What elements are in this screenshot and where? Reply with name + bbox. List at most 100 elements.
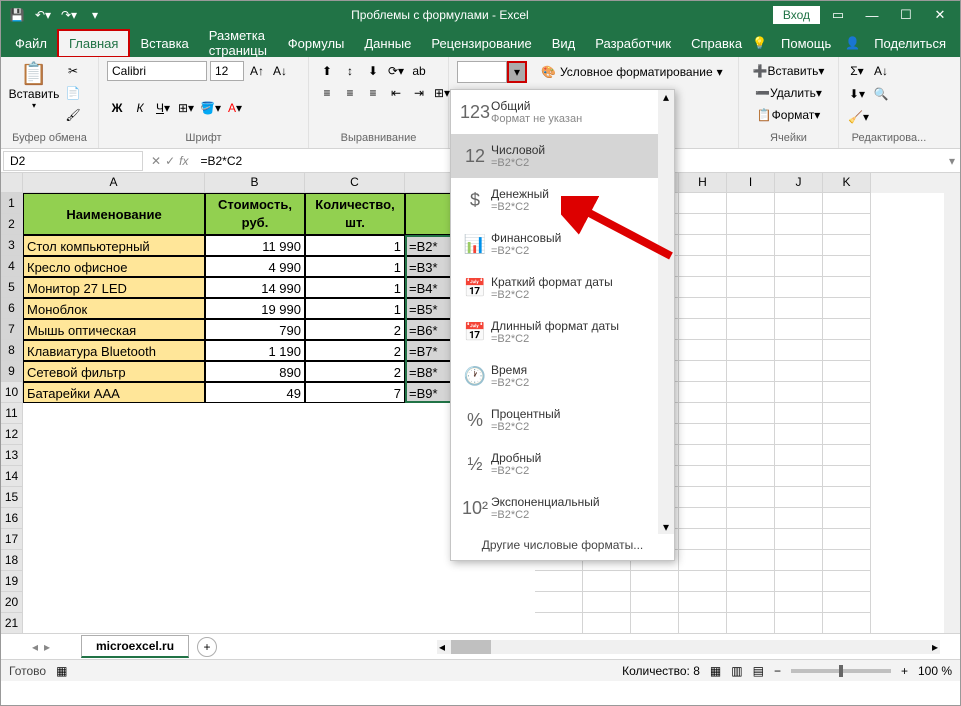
cell[interactable]: Кресло офисное bbox=[23, 256, 205, 277]
cut-icon[interactable]: ✂ bbox=[63, 61, 83, 81]
cell[interactable] bbox=[679, 319, 727, 340]
cell[interactable] bbox=[775, 529, 823, 550]
number-format-input[interactable] bbox=[457, 61, 507, 83]
minimize-icon[interactable]: — bbox=[856, 2, 888, 28]
cell[interactable]: 7 bbox=[305, 382, 405, 403]
cell[interactable] bbox=[823, 277, 871, 298]
header-cell[interactable]: Наименование bbox=[23, 193, 205, 235]
row-header[interactable]: 9 bbox=[1, 361, 23, 382]
cell[interactable] bbox=[727, 403, 775, 424]
cell[interactable] bbox=[727, 550, 775, 571]
align-top-icon[interactable]: ⬆ bbox=[317, 61, 337, 81]
row-header[interactable]: 12 bbox=[1, 424, 23, 445]
cell[interactable]: Батарейки AAA bbox=[23, 382, 205, 403]
tab-file[interactable]: Файл bbox=[5, 31, 57, 56]
cell[interactable] bbox=[727, 466, 775, 487]
save-icon[interactable]: 💾 bbox=[5, 4, 29, 26]
maximize-icon[interactable]: ☐ bbox=[890, 2, 922, 28]
col-header[interactable]: J bbox=[775, 173, 823, 193]
format-option[interactable]: 📅Краткий формат даты=B2*C2 bbox=[451, 266, 674, 310]
cell[interactable] bbox=[727, 256, 775, 277]
cell[interactable]: 2 bbox=[305, 319, 405, 340]
cell[interactable] bbox=[727, 487, 775, 508]
align-left-icon[interactable]: ≡ bbox=[317, 83, 337, 103]
row-header[interactable]: 14 bbox=[1, 466, 23, 487]
cell[interactable] bbox=[679, 424, 727, 445]
cell[interactable] bbox=[679, 571, 727, 592]
col-header[interactable]: K bbox=[823, 173, 871, 193]
format-option[interactable]: %Процентный=B2*C2 bbox=[451, 398, 674, 442]
indent-inc-icon[interactable]: ⇥ bbox=[409, 83, 429, 103]
cell[interactable]: 1 bbox=[305, 298, 405, 319]
format-option[interactable]: 🕐Время=B2*C2 bbox=[451, 354, 674, 398]
paste-button[interactable]: 📋 Вставить ▾ bbox=[9, 61, 59, 121]
row-header[interactable]: 21 bbox=[1, 613, 23, 633]
macro-record-icon[interactable]: ▦ bbox=[56, 664, 67, 678]
cell[interactable]: Мышь оптическая bbox=[23, 319, 205, 340]
cell[interactable] bbox=[823, 382, 871, 403]
zoom-in-icon[interactable]: + bbox=[901, 664, 908, 678]
cell[interactable]: 14 990 bbox=[205, 277, 305, 298]
row-header[interactable]: 19 bbox=[1, 571, 23, 592]
col-header[interactable]: C bbox=[305, 173, 405, 193]
format-painter-icon[interactable]: 🖌 bbox=[63, 105, 83, 125]
align-right-icon[interactable]: ≡ bbox=[363, 83, 383, 103]
cell[interactable] bbox=[775, 592, 823, 613]
zoom-slider[interactable] bbox=[791, 669, 891, 673]
cell[interactable] bbox=[823, 487, 871, 508]
menu-scrollbar[interactable]: ▴ ▾ bbox=[658, 90, 674, 534]
cell[interactable] bbox=[679, 487, 727, 508]
find-icon[interactable]: 🔍 bbox=[871, 84, 891, 104]
cell[interactable] bbox=[823, 550, 871, 571]
row-header[interactable]: 15 bbox=[1, 487, 23, 508]
cell[interactable] bbox=[679, 445, 727, 466]
cell[interactable] bbox=[823, 235, 871, 256]
cell[interactable] bbox=[727, 508, 775, 529]
cell[interactable] bbox=[823, 256, 871, 277]
cell[interactable] bbox=[823, 361, 871, 382]
underline-icon[interactable]: Ч▾ bbox=[153, 98, 173, 118]
bold-icon[interactable]: Ж bbox=[107, 98, 127, 118]
cell[interactable]: 1 190 bbox=[205, 340, 305, 361]
format-option[interactable]: 123ОбщийФормат не указан bbox=[451, 90, 674, 134]
cell[interactable] bbox=[823, 592, 871, 613]
cell[interactable] bbox=[775, 403, 823, 424]
cell[interactable] bbox=[775, 277, 823, 298]
cell[interactable] bbox=[775, 571, 823, 592]
conditional-formatting-button[interactable]: 🎨Условное форматирование▾ bbox=[541, 61, 723, 83]
cancel-fx-icon[interactable]: ✕ bbox=[151, 154, 161, 168]
fill-color-icon[interactable]: 🪣▾ bbox=[199, 98, 222, 118]
header-cell[interactable]: Количество, шт. bbox=[305, 193, 405, 235]
row-header[interactable]: 7 bbox=[1, 319, 23, 340]
ribbon-options-icon[interactable]: ▭ bbox=[822, 2, 854, 28]
cell[interactable] bbox=[727, 613, 775, 633]
view-layout-icon[interactable]: ▥ bbox=[731, 664, 742, 678]
vertical-scrollbar[interactable] bbox=[944, 173, 960, 633]
cell[interactable] bbox=[535, 613, 583, 633]
row-header[interactable]: 6 bbox=[1, 298, 23, 319]
cell[interactable] bbox=[823, 319, 871, 340]
close-icon[interactable]: ✕ bbox=[924, 2, 956, 28]
cell[interactable] bbox=[679, 529, 727, 550]
cell[interactable] bbox=[823, 613, 871, 633]
autosum-icon[interactable]: Σ▾ bbox=[847, 61, 867, 81]
cell[interactable] bbox=[823, 571, 871, 592]
tab-nav-prev-icon[interactable]: ◂ bbox=[32, 640, 38, 654]
cell[interactable] bbox=[775, 382, 823, 403]
number-format-dropdown[interactable]: ▾ bbox=[507, 61, 527, 83]
cell[interactable] bbox=[727, 361, 775, 382]
view-normal-icon[interactable]: ▦ bbox=[710, 664, 721, 678]
cell[interactable]: 19 990 bbox=[205, 298, 305, 319]
cell[interactable] bbox=[631, 592, 679, 613]
cell[interactable] bbox=[583, 592, 631, 613]
format-option[interactable]: ½Дробный=B2*C2 bbox=[451, 442, 674, 486]
cell[interactable] bbox=[679, 613, 727, 633]
cell[interactable] bbox=[823, 214, 871, 235]
cell[interactable] bbox=[823, 193, 871, 214]
font-shrink-icon[interactable]: A↓ bbox=[270, 61, 290, 81]
font-grow-icon[interactable]: A↑ bbox=[247, 61, 267, 81]
tell-me[interactable]: Помощь bbox=[771, 31, 841, 56]
cell[interactable] bbox=[679, 592, 727, 613]
row-header[interactable]: 11 bbox=[1, 403, 23, 424]
cell[interactable] bbox=[679, 550, 727, 571]
